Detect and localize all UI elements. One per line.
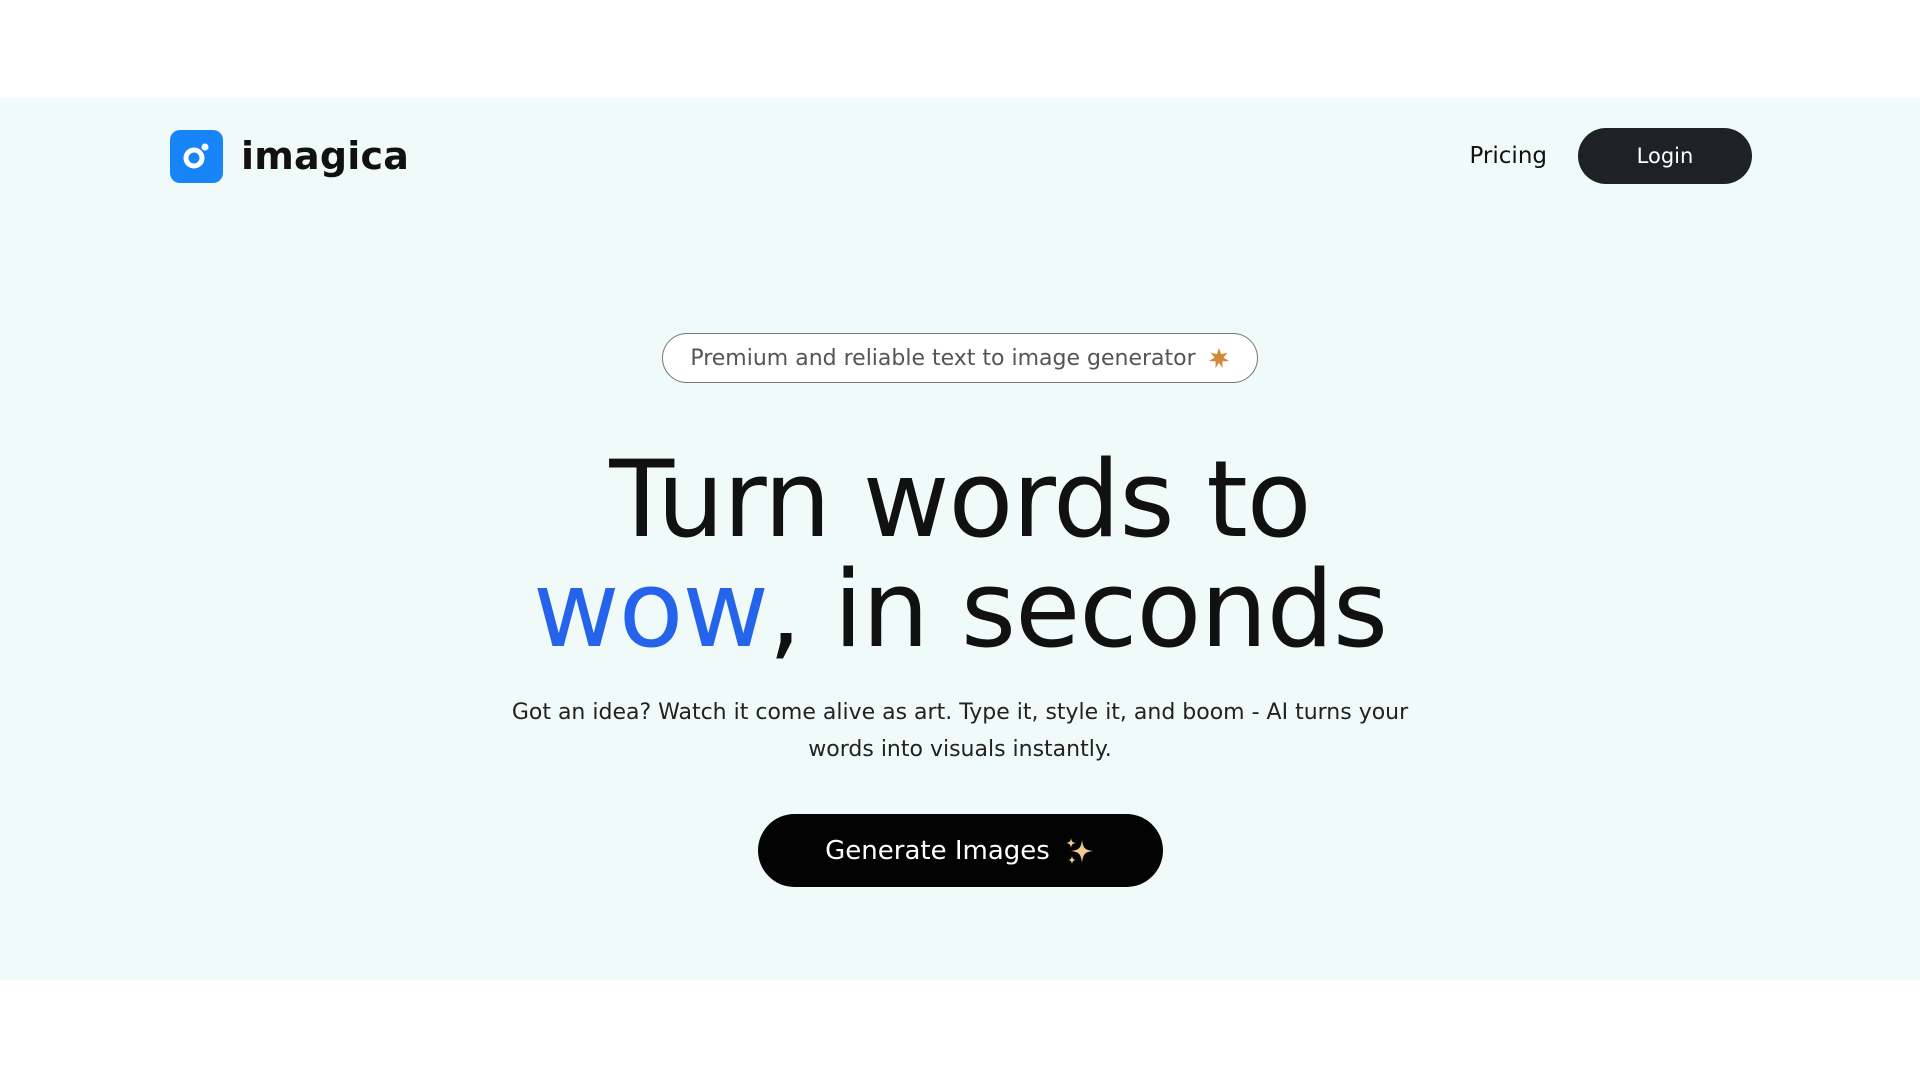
camera-lens-icon bbox=[170, 129, 223, 183]
hero-headline: Turn words to wow, in seconds bbox=[0, 445, 1920, 665]
tagline-badge: Premium and reliable text to image gener… bbox=[662, 333, 1258, 383]
top-nav: Pricing Login bbox=[1469, 128, 1752, 184]
headline-accent-word: wow bbox=[532, 548, 769, 671]
site-header: imagica Pricing Login bbox=[0, 98, 1920, 218]
page: imagica Pricing Login Premium and reliab… bbox=[0, 0, 1920, 1080]
brand-logo-link[interactable]: imagica bbox=[170, 129, 410, 183]
generate-images-button[interactable]: Generate Images bbox=[758, 814, 1163, 887]
headline-line-2-rest: , in seconds bbox=[768, 548, 1388, 671]
hero-section: imagica Pricing Login Premium and reliab… bbox=[0, 98, 1920, 980]
sparkles-icon bbox=[1064, 835, 1096, 867]
generate-images-label: Generate Images bbox=[825, 835, 1050, 866]
login-button[interactable]: Login bbox=[1578, 128, 1752, 184]
tagline-text: Premium and reliable text to image gener… bbox=[690, 345, 1196, 371]
hero-subtitle: Got an idea? Watch it come alive as art.… bbox=[511, 700, 1409, 762]
starburst-icon bbox=[1208, 347, 1230, 369]
pricing-link[interactable]: Pricing bbox=[1469, 143, 1547, 169]
brand-name: imagica bbox=[241, 134, 410, 178]
headline-line-1: Turn words to bbox=[609, 438, 1311, 561]
